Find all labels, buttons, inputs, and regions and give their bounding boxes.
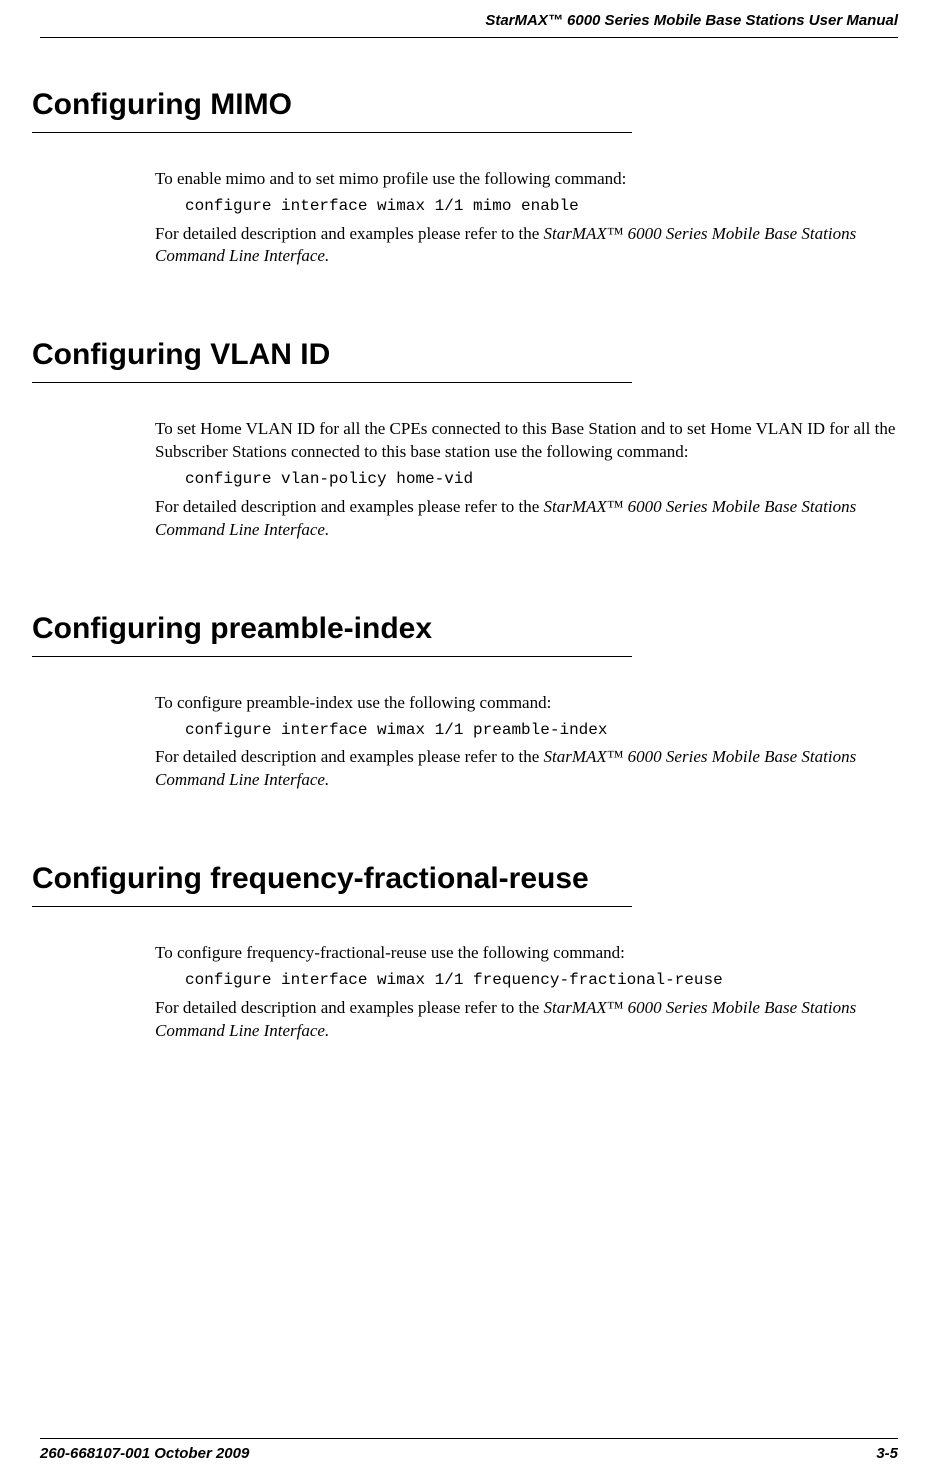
section-heading: Configuring VLAN ID (32, 338, 898, 372)
intro-text: To enable mimo and to set mimo profile u… (155, 168, 898, 191)
section-body: To set Home VLAN ID for all the CPEs con… (155, 418, 898, 541)
code-command: configure vlan-policy home-vid (185, 469, 898, 491)
footer-right: 3-5 (876, 1445, 898, 1462)
section-body: To configure preamble-index use the foll… (155, 692, 898, 792)
section-body: To enable mimo and to set mimo profile u… (155, 168, 898, 268)
intro-text: To set Home VLAN ID for all the CPEs con… (155, 418, 898, 464)
page-footer: 260-668107-001 October 2009 3-5 (0, 1438, 938, 1462)
footer-row: 260-668107-001 October 2009 3-5 (40, 1445, 898, 1462)
section-mimo: Configuring MIMO To enable mimo and to s… (40, 88, 898, 268)
desc-prefix: For detailed description and examples pl… (155, 224, 544, 243)
section-preamble: Configuring preamble-index To configure … (40, 612, 898, 792)
section-frequency: Configuring frequency-fractional-reuse T… (40, 862, 898, 1042)
section-heading: Configuring frequency-fractional-reuse (32, 862, 898, 896)
footer-left: 260-668107-001 October 2009 (40, 1445, 249, 1462)
desc-prefix: For detailed description and examples pl… (155, 497, 544, 516)
code-command: configure interface wimax 1/1 frequency-… (185, 970, 898, 992)
desc-prefix: For detailed description and examples pl… (155, 998, 544, 1017)
footer-rule (40, 1438, 898, 1439)
page-header: StarMAX™ 6000 Series Mobile Base Station… (0, 0, 938, 37)
section-rule (32, 906, 632, 907)
desc-prefix: For detailed description and examples pl… (155, 747, 544, 766)
header-title: StarMAX™ 6000 Series Mobile Base Station… (485, 12, 898, 29)
section-rule (32, 656, 632, 657)
section-rule (32, 132, 632, 133)
desc-text: For detailed description and examples pl… (155, 746, 898, 792)
page-content: Configuring MIMO To enable mimo and to s… (0, 38, 938, 1043)
section-heading: Configuring preamble-index (32, 612, 898, 646)
section-rule (32, 382, 632, 383)
intro-text: To configure frequency-fractional-reuse … (155, 942, 898, 965)
desc-text: For detailed description and examples pl… (155, 223, 898, 269)
code-command: configure interface wimax 1/1 preamble-i… (185, 720, 898, 742)
intro-text: To configure preamble-index use the foll… (155, 692, 898, 715)
section-heading: Configuring MIMO (32, 88, 898, 122)
section-vlan: Configuring VLAN ID To set Home VLAN ID … (40, 338, 898, 541)
desc-text: For detailed description and examples pl… (155, 997, 898, 1043)
section-body: To configure frequency-fractional-reuse … (155, 942, 898, 1042)
code-command: configure interface wimax 1/1 mimo enabl… (185, 196, 898, 218)
desc-text: For detailed description and examples pl… (155, 496, 898, 542)
